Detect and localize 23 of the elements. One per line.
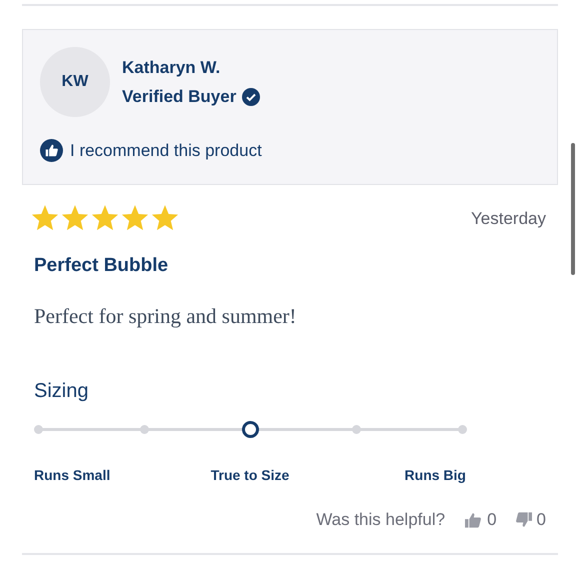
thumbs-up-icon: [465, 512, 482, 528]
recommendation-text: I recommend this product: [70, 140, 262, 162]
reviewer-name: Katharyn W.: [122, 56, 222, 78]
sizing-label: Runs Big: [404, 466, 466, 485]
star-icon: [91, 205, 119, 232]
thumbs-down-icon: [514, 512, 532, 528]
verified-label: Verified Buyer: [122, 86, 236, 108]
avatar: KW: [40, 47, 110, 117]
sizing-label: True to Size: [210, 466, 290, 485]
review-date: Yesterday: [471, 208, 546, 230]
sizing-label: Runs Small: [34, 466, 110, 485]
star-icon: [31, 205, 59, 232]
star-icon: [61, 205, 89, 232]
thumbs-up-icon: [40, 139, 63, 162]
scrollbar[interactable]: [571, 143, 575, 275]
helpful-no-button[interactable]: 0: [514, 507, 546, 532]
helpful-question: Was this helpful?: [316, 509, 446, 531]
sizing-title: Sizing: [34, 379, 90, 404]
star-icon: [121, 205, 149, 232]
helpful-yes-button[interactable]: 0: [465, 507, 497, 532]
review-title: Perfect Bubble: [34, 254, 170, 278]
star-icon: [151, 205, 179, 232]
review-text: Perfect for spring and summer!: [34, 302, 298, 330]
